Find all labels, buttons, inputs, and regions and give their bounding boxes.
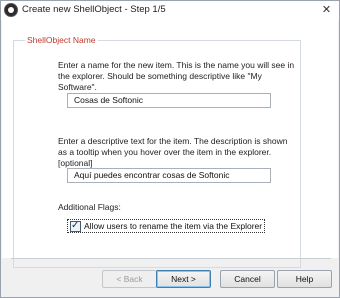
name-input[interactable]: Cosas de Softonic xyxy=(67,93,271,108)
help-button[interactable]: Help xyxy=(277,270,332,288)
title-bar[interactable]: Create new ShellObject - Step 1/5 ✕ xyxy=(1,1,339,20)
wizard-window: Create new ShellObject - Step 1/5 ✕ Shel… xyxy=(0,0,340,298)
window-title: Create new ShellObject - Step 1/5 xyxy=(22,4,166,15)
next-button[interactable]: Next > xyxy=(156,270,211,288)
back-button[interactable]: < Back xyxy=(102,270,157,288)
allow-rename-label[interactable]: Allow users to rename the item via the E… xyxy=(84,221,262,231)
footer-separator xyxy=(11,258,331,259)
allow-rename-checkbox-row[interactable]: ✓ Allow users to rename the item via the… xyxy=(67,219,266,233)
additional-flags-label: Additional Flags: xyxy=(58,202,121,212)
close-button[interactable]: ✕ xyxy=(318,2,335,18)
tooltip-input[interactable]: Aquí puedes encontrar cosas de Softonic xyxy=(67,168,271,183)
name-instructions: Enter a name for the new item. This is t… xyxy=(58,60,295,92)
tooltip-instructions: Enter a descriptive text for the item. T… xyxy=(58,136,288,168)
allow-rename-checkbox[interactable]: ✓ xyxy=(70,219,81,232)
app-logo-icon xyxy=(4,3,18,17)
checkmark-icon: ✓ xyxy=(71,219,80,231)
wizard-page: ShellObject Name Enter a name for the ne… xyxy=(2,20,338,268)
group-title: ShellObject Name xyxy=(25,35,98,45)
cancel-button[interactable]: Cancel xyxy=(220,270,275,288)
